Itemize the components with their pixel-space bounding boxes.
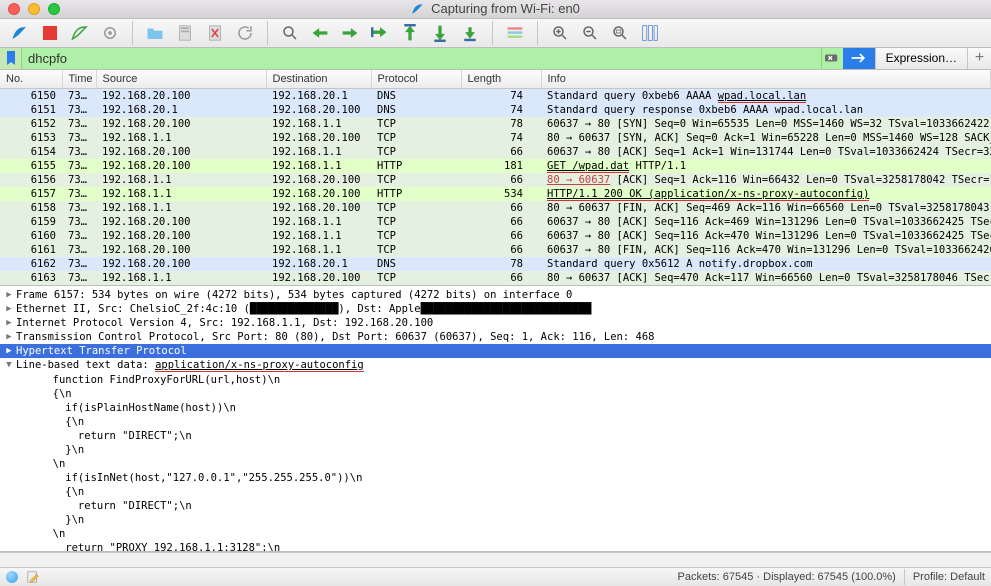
zoom-in-button[interactable] xyxy=(546,19,574,47)
profile-label[interactable]: Profile: Default xyxy=(913,571,985,583)
col-info[interactable]: Info xyxy=(541,70,991,89)
close-file-button[interactable] xyxy=(201,19,229,47)
minimize-icon[interactable] xyxy=(28,3,40,15)
packet-row[interactable]: 616273…192.168.20.100192.168.20.1DNS78St… xyxy=(0,257,991,271)
tree-ip[interactable]: ▶Internet Protocol Version 4, Src: 192.1… xyxy=(0,316,991,330)
col-destination[interactable]: Destination xyxy=(266,70,371,89)
col-time[interactable]: Time xyxy=(62,70,96,89)
expand-icon[interactable]: ▶ xyxy=(4,290,14,300)
packet-details[interactable]: ▶Frame 6157: 534 bytes on wire (4272 bit… xyxy=(0,286,991,552)
restart-capture-button[interactable] xyxy=(66,19,94,47)
find-button[interactable] xyxy=(276,19,304,47)
packet-row[interactable]: 616073…192.168.20.100192.168.1.1TCP66606… xyxy=(0,229,991,243)
source-line[interactable]: }\n xyxy=(0,513,991,527)
collapse-icon[interactable]: ▼ xyxy=(4,360,14,370)
go-forward-button[interactable] xyxy=(336,19,364,47)
packet-list-header[interactable]: No. Time Source Destination Protocol Len… xyxy=(0,70,991,89)
packet-row[interactable]: 615273…192.168.20.100192.168.1.1TCP78606… xyxy=(0,117,991,131)
tree-tcp[interactable]: ▶Transmission Control Protocol, Src Port… xyxy=(0,330,991,344)
open-button[interactable] xyxy=(141,19,169,47)
col-source[interactable]: Source xyxy=(96,70,266,89)
packet-row[interactable]: 615773…192.168.1.1192.168.20.100HTTP534H… xyxy=(0,187,991,201)
expand-icon[interactable]: ▶ xyxy=(4,318,14,328)
colorize-button[interactable] xyxy=(501,19,529,47)
expand-icon[interactable]: ▶ xyxy=(4,346,14,356)
packet-row[interactable]: 615473…192.168.20.100192.168.1.1TCP66606… xyxy=(0,145,991,159)
go-to-packet-button[interactable] xyxy=(366,19,394,47)
packet-row[interactable]: 615373…192.168.1.1192.168.20.100TCP7480 … xyxy=(0,131,991,145)
main-toolbar xyxy=(0,19,991,48)
expand-icon[interactable]: ▶ xyxy=(4,304,14,314)
stop-capture-button[interactable] xyxy=(36,19,64,47)
source-line[interactable]: \n xyxy=(0,457,991,471)
resize-columns-button[interactable] xyxy=(636,19,664,47)
packet-count: Packets: 67545 · Displayed: 67545 (100.0… xyxy=(678,571,896,583)
display-filter-bar: Expression… + xyxy=(0,48,991,70)
autoscroll-button[interactable] xyxy=(456,19,484,47)
source-line[interactable]: }\n xyxy=(0,443,991,457)
window-title: Capturing from Wi-Fi: en0 xyxy=(431,1,580,16)
source-line[interactable]: return "DIRECT";\n xyxy=(0,499,991,513)
close-icon[interactable] xyxy=(8,3,20,15)
bytes-pane-placeholder xyxy=(0,552,991,567)
source-line[interactable]: {\n xyxy=(0,415,991,429)
packet-row[interactable]: 615073…192.168.20.100192.168.20.1DNS74St… xyxy=(0,88,991,103)
packet-row[interactable]: 615673…192.168.1.1192.168.20.100TCP6680 … xyxy=(0,173,991,187)
packet-row[interactable]: 616373…192.168.1.1192.168.20.100TCP6680 … xyxy=(0,271,991,285)
titlebar: Capturing from Wi-Fi: en0 xyxy=(0,0,991,19)
tree-http[interactable]: ▶Hypertext Transfer Protocol xyxy=(0,344,991,358)
display-filter-input[interactable] xyxy=(22,48,821,69)
col-protocol[interactable]: Protocol xyxy=(371,70,461,89)
statusbar: Packets: 67545 · Displayed: 67545 (100.0… xyxy=(0,567,991,586)
source-line[interactable]: function FindProxyForURL(url,host)\n xyxy=(0,373,991,387)
packet-list[interactable]: No. Time Source Destination Protocol Len… xyxy=(0,70,991,286)
filter-clear-button[interactable] xyxy=(821,48,843,69)
go-back-button[interactable] xyxy=(306,19,334,47)
zoom-out-button[interactable] xyxy=(576,19,604,47)
filter-apply-button[interactable] xyxy=(843,48,875,69)
packet-row[interactable]: 615573…192.168.20.100192.168.1.1HTTP181G… xyxy=(0,159,991,173)
source-line[interactable]: return "PROXY 192.168.1.1:3128";\n xyxy=(0,541,991,552)
expand-icon[interactable]: ▶ xyxy=(4,332,14,342)
col-length[interactable]: Length xyxy=(461,70,541,89)
filter-bookmark-button[interactable] xyxy=(0,48,22,69)
tree-frame[interactable]: ▶Frame 6157: 534 bytes on wire (4272 bit… xyxy=(0,288,991,302)
shark-fin-button[interactable] xyxy=(6,19,34,47)
source-line[interactable]: {\n xyxy=(0,387,991,401)
packet-row[interactable]: 615173…192.168.20.1192.168.20.100DNS74St… xyxy=(0,103,991,117)
packet-row[interactable]: 616173…192.168.20.100192.168.1.1TCP66606… xyxy=(0,243,991,257)
source-line[interactable]: {\n xyxy=(0,485,991,499)
tree-line-data[interactable]: ▼Line-based text data: application/x-ns-… xyxy=(0,358,991,373)
content-type-value: application/x-ns-proxy-autoconfig xyxy=(155,359,364,372)
window-controls xyxy=(8,3,60,15)
source-line[interactable]: if(isPlainHostName(host))\n xyxy=(0,401,991,415)
save-button[interactable] xyxy=(171,19,199,47)
expert-info-button[interactable] xyxy=(6,571,18,583)
packet-row[interactable]: 615973…192.168.20.100192.168.1.1TCP66606… xyxy=(0,215,991,229)
app-icon xyxy=(411,2,425,16)
reload-button[interactable] xyxy=(231,19,259,47)
go-first-button[interactable] xyxy=(396,19,424,47)
expression-button[interactable]: Expression… xyxy=(875,48,967,69)
source-line[interactable]: return "DIRECT";\n xyxy=(0,429,991,443)
source-line[interactable]: \n xyxy=(0,527,991,541)
packet-row[interactable]: 615873…192.168.1.1192.168.20.100TCP6680 … xyxy=(0,201,991,215)
add-filter-button[interactable]: + xyxy=(967,48,991,69)
col-no[interactable]: No. xyxy=(0,70,62,89)
capture-options-button[interactable] xyxy=(96,19,124,47)
tree-ethernet[interactable]: ▶Ethernet II, Src: ChelsioC_2f:4c:10 (██… xyxy=(0,302,991,316)
source-line[interactable]: if(isInNet(host,"127.0.0.1","255.255.255… xyxy=(0,471,991,485)
zoom-icon[interactable] xyxy=(48,3,60,15)
zoom-reset-button[interactable] xyxy=(606,19,634,47)
go-last-button[interactable] xyxy=(426,19,454,47)
edit-note-icon[interactable] xyxy=(26,570,40,584)
